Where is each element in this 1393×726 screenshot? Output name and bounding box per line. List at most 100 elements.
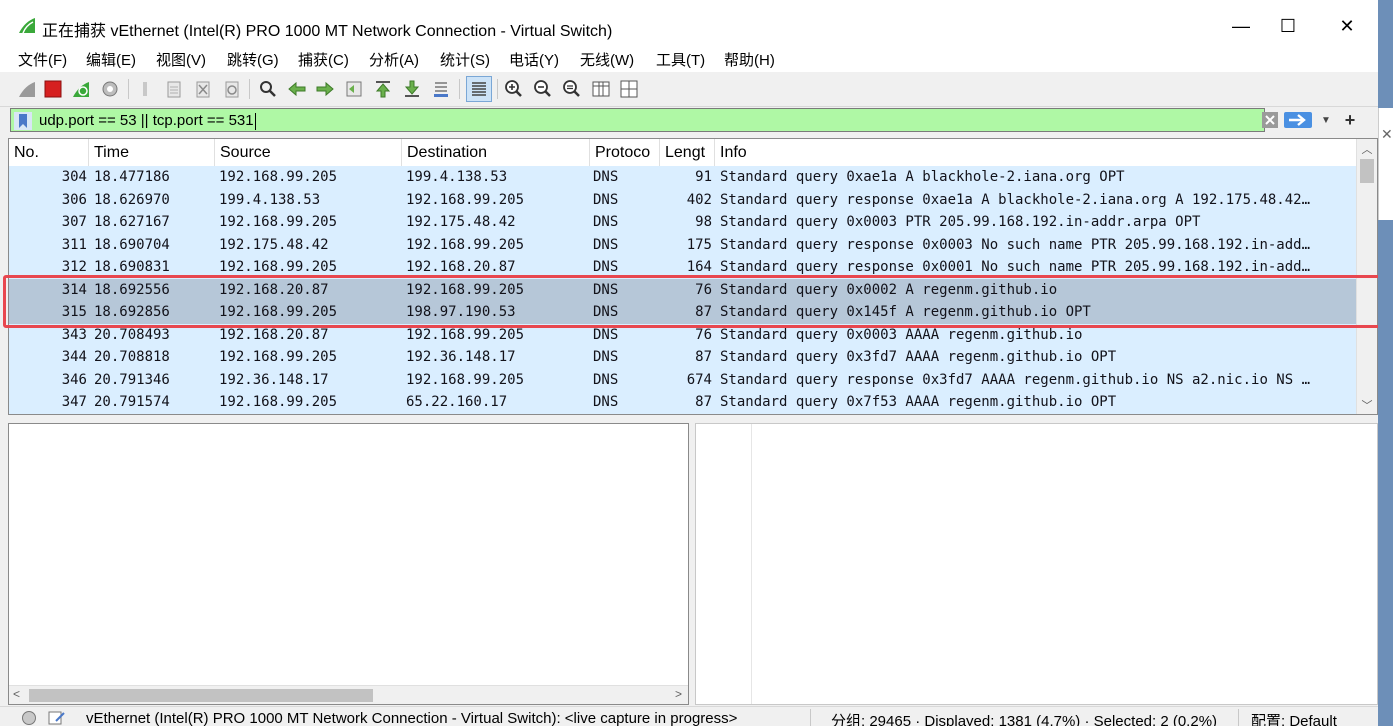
menu-help[interactable]: 帮助(H) xyxy=(724,49,775,70)
packet-destination: 192.168.99.205 xyxy=(406,236,525,253)
column-info[interactable]: Info xyxy=(715,139,1359,166)
packet-no: 306 xyxy=(61,191,87,208)
status-profile[interactable]: 配置: Default xyxy=(1251,710,1337,726)
expert-info-icon[interactable] xyxy=(21,710,37,726)
save-file-icon[interactable] xyxy=(163,78,185,100)
comment-edit-icon[interactable] xyxy=(48,710,66,726)
packet-source: 192.168.99.205 xyxy=(219,349,338,365)
column-time[interactable]: Time xyxy=(89,139,215,166)
reload-file-icon[interactable] xyxy=(221,78,243,100)
display-filter-input[interactable]: udp.port == 53 || tcp.port == 531 xyxy=(10,108,1265,132)
go-forward-icon[interactable] xyxy=(314,78,336,100)
display-filter-bar: udp.port == 53 || tcp.port == 531 ▼ + xyxy=(8,107,1378,134)
scroll-thumb[interactable] xyxy=(1360,159,1374,183)
scroll-right-icon[interactable]: > xyxy=(675,687,682,701)
autoscroll-icon[interactable] xyxy=(430,78,452,100)
scroll-up-icon[interactable]: ︿ xyxy=(1360,141,1374,157)
resize-columns-icon[interactable] xyxy=(590,78,612,100)
status-bar: vEthernet (Intel(R) PRO 1000 MT Network … xyxy=(0,706,1378,726)
pane-splitter[interactable] xyxy=(0,415,1378,423)
packet-no: 307 xyxy=(61,214,87,230)
packet-row[interactable]: 304 18.477186 192.168.99.205 199.4.138.53 DN… xyxy=(9,166,1357,189)
packet-list-header: No. Time Source Destination Protoco Leng… xyxy=(9,139,1359,167)
packet-protocol: DNS xyxy=(593,214,619,230)
menu-analyze[interactable]: 分析(A) xyxy=(369,49,419,70)
filter-history-dropdown[interactable]: ▼ xyxy=(1318,110,1334,130)
capture-options-icon[interactable] xyxy=(99,78,121,100)
menu-file[interactable]: 文件(F) xyxy=(18,49,67,70)
restart-capture-icon[interactable] xyxy=(70,78,92,100)
shark-fin-icon xyxy=(19,18,35,34)
go-back-icon[interactable] xyxy=(286,78,308,100)
packet-no: 346 xyxy=(61,371,87,388)
stop-capture-icon[interactable] xyxy=(42,78,64,100)
packet-protocol: DNS xyxy=(593,394,619,410)
menu-telephony[interactable]: 电话(Y) xyxy=(509,49,559,70)
bookmark-icon[interactable] xyxy=(14,112,32,130)
packet-time: 18.690704 xyxy=(94,236,170,253)
menu-wireless[interactable]: 无线(W) xyxy=(580,49,634,70)
zoom-in-icon[interactable] xyxy=(503,78,525,100)
packet-source: 192.168.99.205 xyxy=(219,169,338,185)
column-no[interactable]: No. xyxy=(9,139,89,166)
apply-filter-icon[interactable] xyxy=(1283,110,1313,130)
menu-statistics[interactable]: 统计(S) xyxy=(440,49,490,70)
last-packet-icon[interactable] xyxy=(401,78,423,100)
add-filter-button[interactable]: + xyxy=(1342,110,1358,130)
layout-icon[interactable] xyxy=(618,78,640,100)
packet-no: 347 xyxy=(61,394,87,410)
zoom-normal-icon[interactable] xyxy=(561,78,583,100)
packet-row[interactable]: 344 20.708818 192.168.99.205 192.36.148.17 D… xyxy=(9,346,1357,369)
packet-length: 175 xyxy=(686,236,712,253)
packet-length: 674 xyxy=(686,371,712,388)
shark-fin-start-icon[interactable] xyxy=(16,78,38,100)
status-interface: vEthernet (Intel(R) PRO 1000 MT Network … xyxy=(86,710,738,726)
packet-destination: 192.168.99.205 xyxy=(406,191,525,208)
menu-tools[interactable]: 工具(T) xyxy=(656,49,705,70)
find-packet-icon[interactable] xyxy=(257,78,279,100)
first-packet-icon[interactable] xyxy=(372,78,394,100)
packet-time: 20.708818 xyxy=(94,349,170,365)
toolbar-separator xyxy=(497,79,498,99)
scroll-left-icon[interactable]: < xyxy=(13,687,20,701)
column-protocol[interactable]: Protoco xyxy=(590,139,660,166)
packet-row[interactable]: 307 18.627167 192.168.99.205 192.175.48.42 D… xyxy=(9,211,1357,234)
zoom-out-icon[interactable] xyxy=(532,78,554,100)
packet-length: 91 xyxy=(695,169,712,185)
packet-info: Standard query 0xae1a A blackhole-2.iana… xyxy=(720,169,1125,185)
menu-capture[interactable]: 捕获(C) xyxy=(298,49,349,70)
packet-time: 20.791574 xyxy=(94,394,170,410)
menu-view[interactable]: 视图(V) xyxy=(156,49,206,70)
packet-row[interactable]: 347 20.791574 192.168.99.205 65.22.160.17 DN… xyxy=(9,391,1357,414)
packet-row[interactable]: 346 20.791346 192.36.148.17 192.168.99.205 D… xyxy=(9,368,1357,391)
maximize-button[interactable]: ☐ xyxy=(1265,9,1311,43)
minimize-button[interactable]: — xyxy=(1218,9,1264,43)
packet-info: Standard query response 0xae1a A blackho… xyxy=(720,191,1311,208)
packet-row[interactable]: 306 18.626970 199.4.138.53 192.168.99.205 DN… xyxy=(9,188,1357,211)
packet-row[interactable]: 311 18.690704 192.175.48.42 192.168.99.205 D… xyxy=(9,233,1357,256)
column-source[interactable]: Source xyxy=(215,139,402,166)
menu-edit[interactable]: 编辑(E) xyxy=(86,49,136,70)
scroll-thumb[interactable] xyxy=(29,689,373,702)
column-length[interactable]: Lengt xyxy=(660,139,715,166)
scroll-down-icon[interactable]: ﹀ xyxy=(1360,397,1374,413)
status-separator xyxy=(1238,709,1239,726)
toolbar-separator xyxy=(249,79,250,99)
colorize-icon[interactable] xyxy=(466,76,492,102)
packet-info: Standard query response 0x3fd7 AAAA rege… xyxy=(720,371,1311,388)
packet-bytes-pane xyxy=(695,423,1378,705)
packet-info: Standard query 0x0003 PTR 205.99.168.192… xyxy=(720,214,1201,230)
menu-go[interactable]: 跳转(G) xyxy=(227,49,279,70)
packet-source: 192.168.99.205 xyxy=(219,214,338,230)
close-file-icon[interactable] xyxy=(192,78,214,100)
packet-time: 20.791346 xyxy=(94,371,170,388)
packet-destination: 192.36.148.17 xyxy=(406,349,516,365)
go-to-packet-icon[interactable] xyxy=(343,78,365,100)
packet-length: 402 xyxy=(686,191,712,208)
column-destination[interactable]: Destination xyxy=(402,139,590,166)
clear-filter-icon[interactable] xyxy=(1260,110,1280,130)
open-file-icon[interactable] xyxy=(134,78,156,100)
close-button[interactable]: ✕ xyxy=(1324,9,1370,43)
details-horizontal-scrollbar[interactable]: < > xyxy=(9,685,688,704)
packet-destination: 192.168.99.205 xyxy=(406,371,525,388)
